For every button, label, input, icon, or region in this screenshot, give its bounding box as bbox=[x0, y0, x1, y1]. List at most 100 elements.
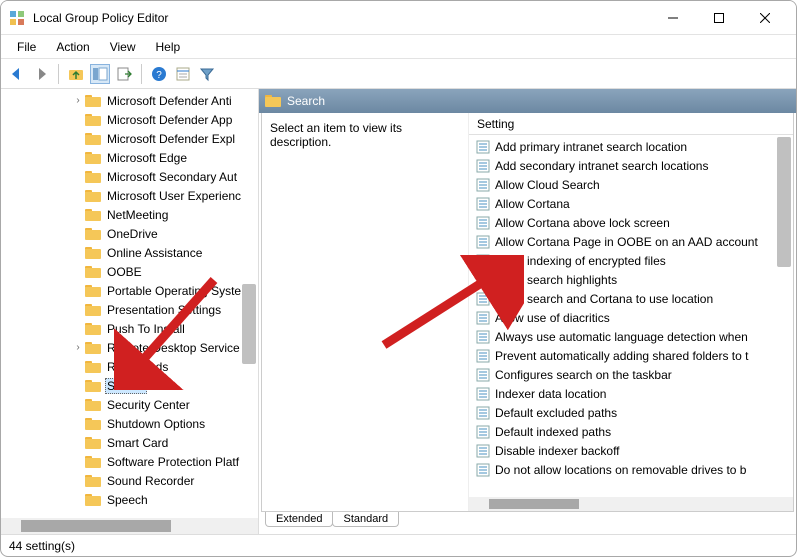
tree-pane: › Microsoft Defender Anti Microsoft Defend… bbox=[1, 89, 259, 534]
settings-horizontal-scrollbar-thumb[interactable] bbox=[489, 499, 579, 509]
status-bar: 44 setting(s) bbox=[1, 534, 796, 556]
settings-horizontal-scrollbar-track[interactable] bbox=[469, 497, 793, 511]
tree-item[interactable]: NetMeeting bbox=[1, 205, 258, 224]
setting-item[interactable]: Allow search and Cortana to use location bbox=[469, 289, 793, 308]
setting-item[interactable]: Allow Cortana above lock screen bbox=[469, 213, 793, 232]
properties-button[interactable] bbox=[173, 64, 193, 84]
tree-horizontal-scrollbar-track[interactable] bbox=[1, 518, 258, 534]
tree-item[interactable]: Online Assistance bbox=[1, 243, 258, 262]
tab-extended[interactable]: Extended bbox=[265, 512, 333, 527]
policy-icon bbox=[475, 234, 491, 250]
svg-text:?: ? bbox=[156, 70, 162, 81]
setting-label: Do not allow locations on removable driv… bbox=[495, 463, 746, 477]
tree-item[interactable]: Presentation Settings bbox=[1, 300, 258, 319]
setting-item[interactable]: Always use automatic language detection … bbox=[469, 327, 793, 346]
up-button[interactable] bbox=[66, 64, 86, 84]
tree-item[interactable]: Security Center bbox=[1, 395, 258, 414]
help-button[interactable]: ? bbox=[149, 64, 169, 84]
tree-item-label: RSS Feeds bbox=[105, 360, 170, 374]
settings-list[interactable]: Add primary intranet search location Add … bbox=[469, 135, 793, 481]
setting-item[interactable]: Allow Cortana Page in OOBE on an AAD acc… bbox=[469, 232, 793, 251]
tree-item[interactable]: Portable Operating Syste bbox=[1, 281, 258, 300]
tree-item[interactable]: Sound Recorder bbox=[1, 471, 258, 490]
tree-item-label: Presentation Settings bbox=[105, 303, 223, 317]
setting-item[interactable]: Indexer data location bbox=[469, 384, 793, 403]
setting-label: Add primary intranet search location bbox=[495, 140, 687, 154]
tree-item[interactable]: › Microsoft Defender Anti bbox=[1, 91, 258, 110]
detail-body: Select an item to view its description. … bbox=[261, 113, 794, 512]
menu-file[interactable]: File bbox=[9, 38, 44, 56]
setting-item[interactable]: Disable indexer backoff bbox=[469, 441, 793, 460]
folder-icon bbox=[85, 303, 101, 317]
setting-item[interactable]: Allow indexing of encrypted files bbox=[469, 251, 793, 270]
toolbar: ? bbox=[1, 59, 796, 89]
maximize-button[interactable] bbox=[696, 4, 742, 32]
policy-icon bbox=[475, 177, 491, 193]
app-icon bbox=[9, 10, 25, 26]
tree-item[interactable]: OOBE bbox=[1, 262, 258, 281]
column-header-setting[interactable]: Setting bbox=[469, 113, 793, 135]
tree-item[interactable]: Shutdown Options bbox=[1, 414, 258, 433]
tree-view[interactable]: › Microsoft Defender Anti Microsoft Defend… bbox=[1, 89, 258, 518]
tree-item[interactable]: RSS Feeds bbox=[1, 357, 258, 376]
description-panel: Select an item to view its description. bbox=[262, 113, 468, 511]
setting-label: Allow indexing of encrypted files bbox=[495, 254, 666, 268]
tree-item[interactable]: Speech bbox=[1, 490, 258, 509]
status-text: 44 setting(s) bbox=[9, 539, 75, 553]
setting-item[interactable]: Allow Cloud Search bbox=[469, 175, 793, 194]
tree-item[interactable]: Push To Install bbox=[1, 319, 258, 338]
close-button[interactable] bbox=[742, 4, 788, 32]
setting-item[interactable]: Default excluded paths bbox=[469, 403, 793, 422]
tree-item[interactable]: Microsoft Secondary Aut bbox=[1, 167, 258, 186]
show-hide-tree-button[interactable] bbox=[90, 64, 110, 84]
expand-icon[interactable]: › bbox=[71, 342, 85, 353]
setting-item[interactable]: Prevent automatically adding shared fold… bbox=[469, 346, 793, 365]
tree-item[interactable]: Search bbox=[1, 376, 258, 395]
tree-horizontal-scrollbar-thumb[interactable] bbox=[21, 520, 171, 532]
policy-icon bbox=[475, 367, 491, 383]
tree-item[interactable]: Microsoft Edge bbox=[1, 148, 258, 167]
setting-item[interactable]: Do not allow locations on removable driv… bbox=[469, 460, 793, 479]
setting-label: Prevent automatically adding shared fold… bbox=[495, 349, 748, 363]
setting-item[interactable]: Allow use of diacritics bbox=[469, 308, 793, 327]
back-button[interactable] bbox=[7, 64, 27, 84]
detail-tabs: Extended Standard bbox=[261, 512, 794, 534]
filter-button[interactable] bbox=[197, 64, 217, 84]
tree-item-label: Microsoft Defender App bbox=[105, 113, 234, 127]
minimize-button[interactable] bbox=[650, 4, 696, 32]
tree-item[interactable]: OneDrive bbox=[1, 224, 258, 243]
forward-button[interactable] bbox=[31, 64, 51, 84]
setting-label: Allow Cortana Page in OOBE on an AAD acc… bbox=[495, 235, 758, 249]
tree-item[interactable]: Microsoft Defender Expl bbox=[1, 129, 258, 148]
menu-view[interactable]: View bbox=[102, 38, 144, 56]
folder-icon bbox=[85, 132, 101, 146]
folder-icon bbox=[85, 151, 101, 165]
tree-item[interactable]: Microsoft Defender App bbox=[1, 110, 258, 129]
setting-item[interactable]: Add primary intranet search location bbox=[469, 137, 793, 156]
settings-panel: Setting Add primary intranet search loca… bbox=[468, 113, 793, 511]
menu-help[interactable]: Help bbox=[148, 38, 189, 56]
tree-item[interactable]: Microsoft User Experienc bbox=[1, 186, 258, 205]
tree-item[interactable]: Software Protection Platf bbox=[1, 452, 258, 471]
tree-item[interactable]: Smart Card bbox=[1, 433, 258, 452]
setting-item[interactable]: Allow Cortana bbox=[469, 194, 793, 213]
menu-action[interactable]: Action bbox=[48, 38, 97, 56]
description-prompt: Select an item to view its description. bbox=[270, 121, 402, 149]
tree-item[interactable]: ›Remote Desktop Service bbox=[1, 338, 258, 357]
setting-item[interactable]: Configures search on the taskbar bbox=[469, 365, 793, 384]
tree-item-label: Security Center bbox=[105, 398, 192, 412]
export-list-button[interactable] bbox=[114, 64, 134, 84]
setting-item[interactable]: Allow search highlights bbox=[469, 270, 793, 289]
folder-icon bbox=[85, 455, 101, 469]
setting-item[interactable]: Default indexed paths bbox=[469, 422, 793, 441]
folder-icon bbox=[85, 246, 101, 260]
detail-header: Search bbox=[259, 89, 796, 113]
setting-item[interactable]: Add secondary intranet search locations bbox=[469, 156, 793, 175]
policy-icon bbox=[475, 329, 491, 345]
tree-item-label: Microsoft Defender Anti bbox=[105, 94, 234, 108]
settings-vertical-scrollbar[interactable] bbox=[777, 137, 791, 267]
tree-vertical-scrollbar[interactable] bbox=[242, 284, 256, 364]
expand-icon[interactable]: › bbox=[71, 95, 85, 106]
tree-item-label: OneDrive bbox=[105, 227, 160, 241]
tab-standard[interactable]: Standard bbox=[332, 512, 399, 527]
